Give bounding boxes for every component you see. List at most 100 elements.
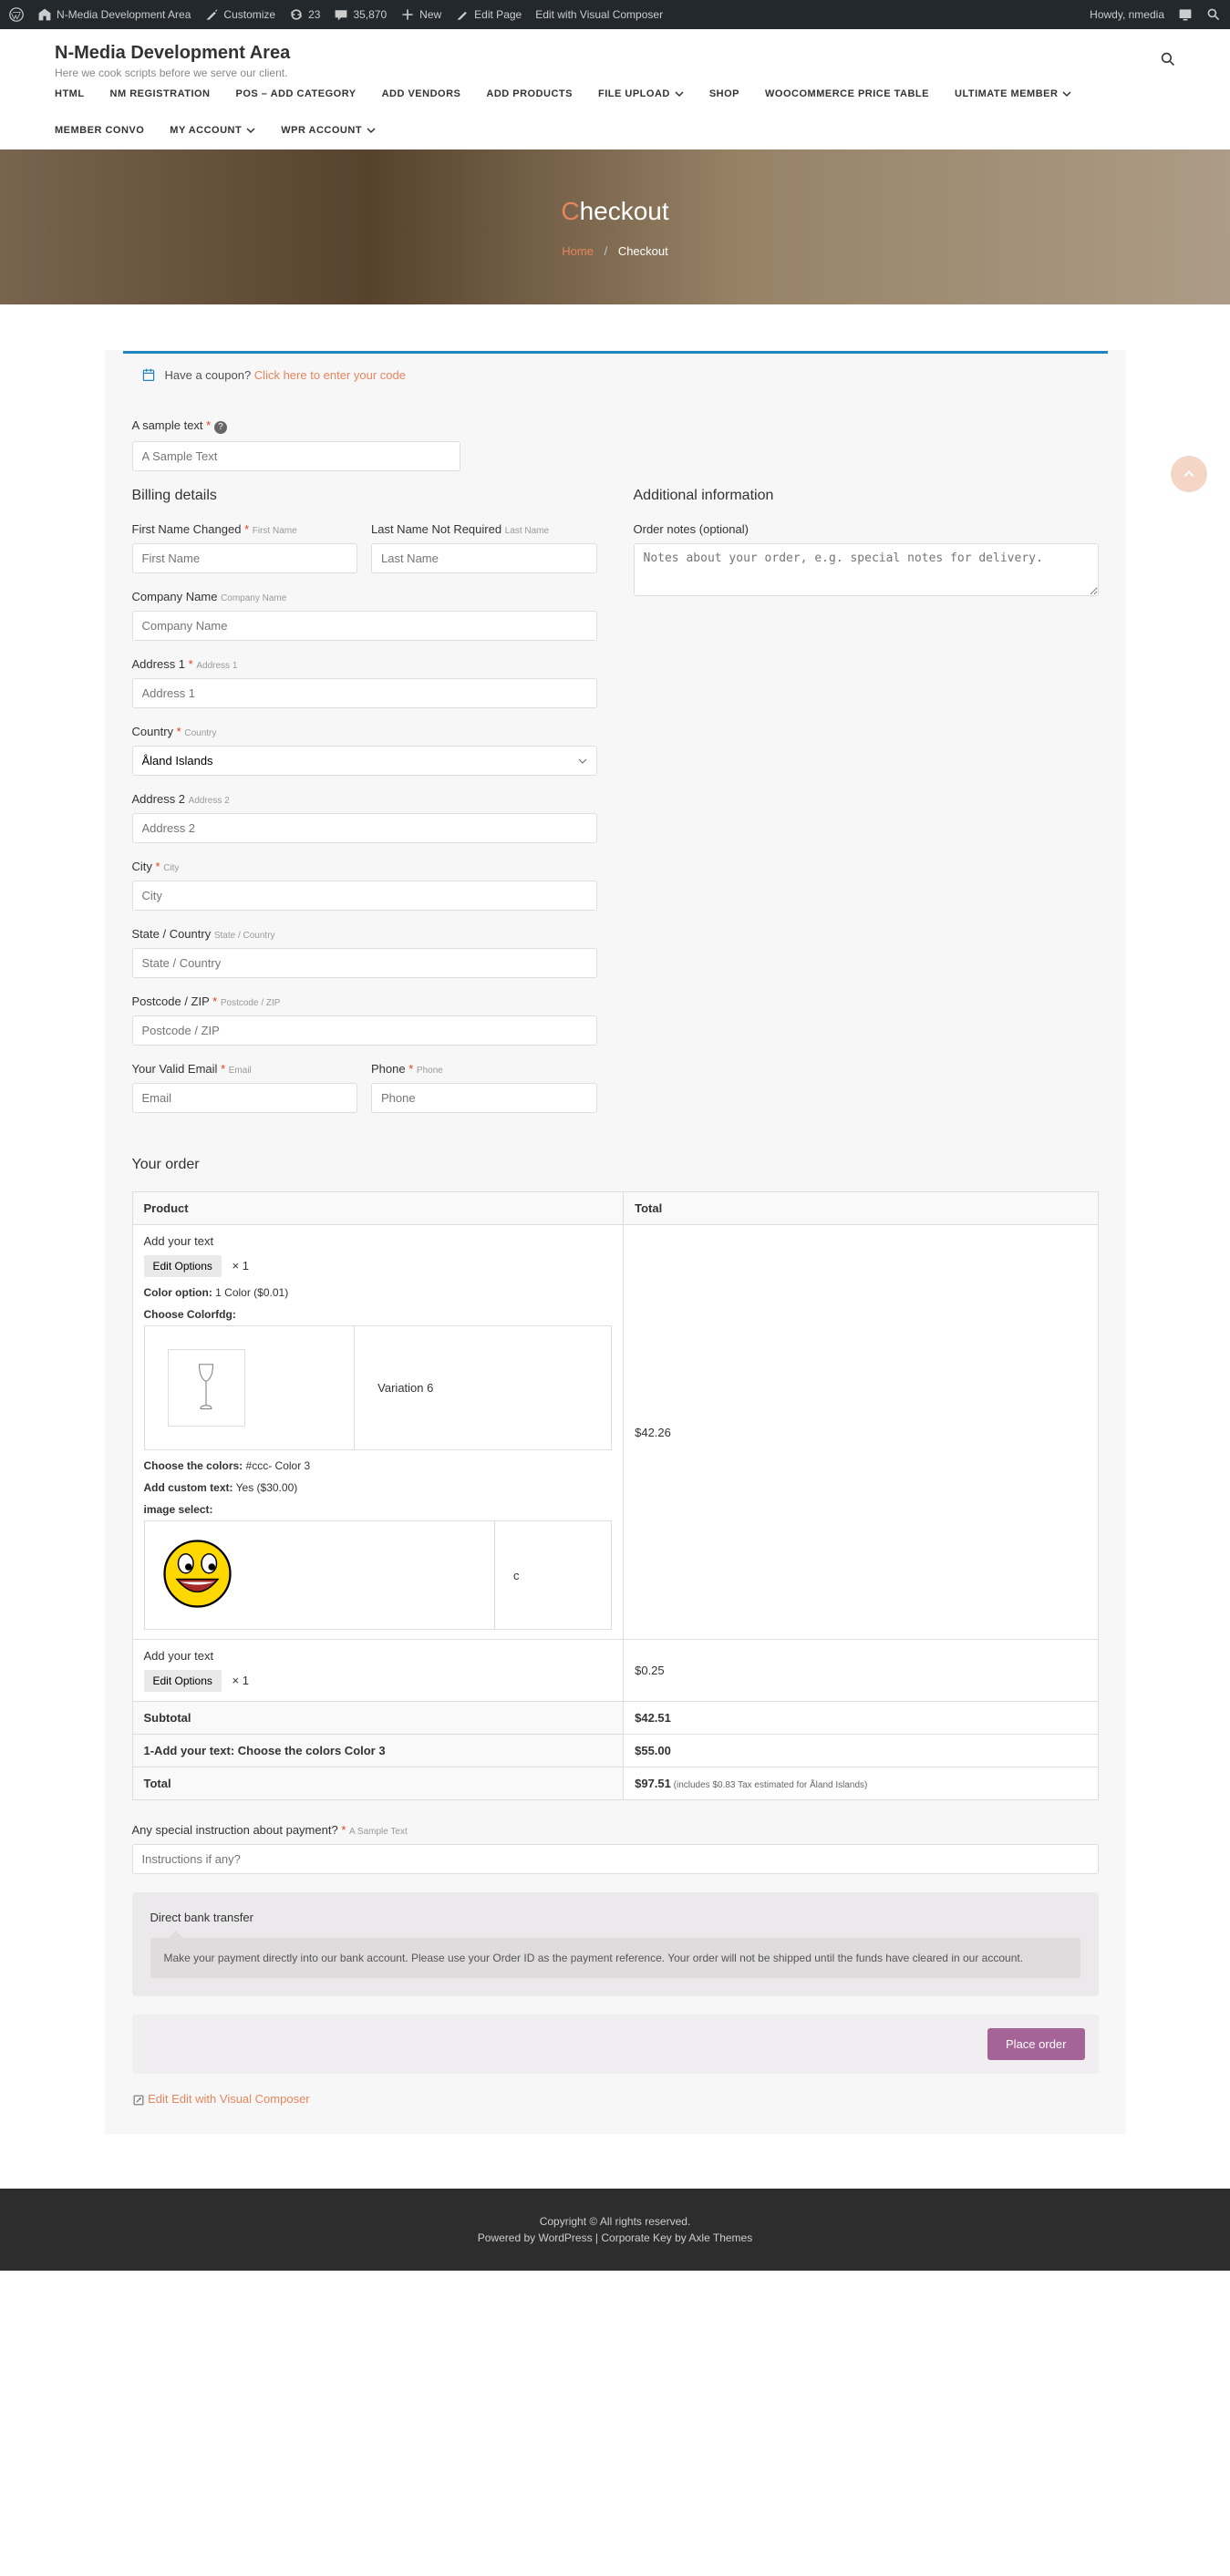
subtotal-row: Subtotal $42.51	[132, 1702, 1098, 1735]
payment-box: Direct bank transfer Make your payment d…	[132, 1892, 1099, 1996]
sample-text-label: A sample text * ?	[132, 418, 1099, 434]
chevron-down-icon	[246, 126, 255, 135]
page-title: Checkout	[561, 197, 668, 226]
footer-copyright: Copyright © All rights reserved.	[0, 2215, 1230, 2228]
smiley-icon	[163, 1540, 232, 1608]
item2-total: $0.25	[624, 1640, 1098, 1702]
nav-item-nm-registration[interactable]: NM REGISTRATION	[110, 88, 211, 99]
order-table: Product Total Add your text Edit Options…	[132, 1191, 1099, 1800]
footer-credits: Powered by WordPress | Corporate Key by …	[0, 2231, 1230, 2244]
screen-icon[interactable]	[1178, 7, 1193, 22]
city-input[interactable]	[132, 881, 597, 911]
site-tagline: Here we cook scripts before we serve our…	[55, 67, 290, 79]
nav-item-price-table[interactable]: WOOCOMMERCE PRICE TABLE	[765, 88, 929, 99]
search-icon[interactable]	[1161, 52, 1175, 69]
product-qty: × 1	[233, 1674, 249, 1687]
coupon-text: Have a coupon?	[165, 368, 254, 382]
customize-link[interactable]: Customize	[204, 7, 275, 22]
calendar-icon	[141, 367, 156, 382]
edit-page-link[interactable]: Edit Page	[455, 7, 522, 22]
nav-item-member-convo[interactable]: MEMBER CONVO	[55, 125, 144, 136]
variation-label: Variation 6	[355, 1326, 612, 1450]
order-row-2: Add your text Edit Options × 1 $0.25	[132, 1640, 1098, 1702]
city-label: City * City	[132, 860, 597, 873]
hero-banner: Checkout Home / Checkout	[0, 149, 1230, 304]
image-select-val: c	[494, 1521, 611, 1630]
coupon-link[interactable]: Click here to enter your code	[254, 368, 406, 382]
breadcrumb: Home / Checkout	[562, 244, 667, 258]
address1-label: Address 1 * Address 1	[132, 657, 597, 671]
breadcrumb-home[interactable]: Home	[562, 244, 594, 258]
site-header: N-Media Development Area Here we cook sc…	[0, 29, 1230, 79]
nav-item-ultimate-member[interactable]: ULTIMATE MEMBER	[955, 88, 1071, 99]
address2-label: Address 2 Address 2	[132, 792, 597, 806]
product-name: Add your text	[144, 1649, 613, 1663]
nav-item-my-account[interactable]: MY ACCOUNT	[170, 125, 255, 136]
total-row: Total $97.51 (includes $0.83 Tax estimat…	[132, 1767, 1098, 1800]
phone-input[interactable]	[371, 1083, 597, 1113]
new-link[interactable]: New	[400, 7, 441, 22]
scroll-to-top-button[interactable]	[1171, 456, 1207, 492]
address1-input[interactable]	[132, 678, 597, 708]
item1-total: $42.26	[624, 1225, 1098, 1640]
order-notes-textarea[interactable]	[634, 543, 1099, 596]
edit-vc-anchor[interactable]: Edit Edit with Visual Composer	[148, 2092, 310, 2106]
updates-link[interactable]: 23	[289, 7, 320, 22]
order-notes-label: Order notes (optional)	[634, 522, 1099, 536]
edit-icon	[132, 2094, 145, 2107]
first-name-label: First Name Changed * First Name	[132, 522, 358, 536]
col-total: Total	[624, 1192, 1098, 1225]
coupon-notice: Have a coupon? Click here to enter your …	[123, 351, 1108, 396]
nav-item-file-upload[interactable]: FILE UPLOAD	[598, 88, 684, 99]
edit-options-button[interactable]: Edit Options	[144, 1670, 222, 1692]
sample-text-input[interactable]	[132, 441, 460, 471]
place-order-button[interactable]: Place order	[987, 2028, 1084, 2060]
phone-label: Phone * Phone	[371, 1062, 597, 1076]
wp-logo-icon[interactable]	[9, 7, 24, 22]
order-heading: Your order	[132, 1157, 1099, 1173]
chevron-down-icon	[1062, 89, 1071, 98]
breadcrumb-separator: /	[605, 244, 608, 258]
nav-item-html[interactable]: HTML	[55, 88, 85, 99]
company-input[interactable]	[132, 611, 597, 641]
instruction-input[interactable]	[132, 1844, 1099, 1874]
address2-input[interactable]	[132, 813, 597, 843]
last-name-label: Last Name Not Required Last Name	[371, 522, 597, 536]
last-name-input[interactable]	[371, 543, 597, 573]
billing-heading: Billing details	[132, 488, 597, 504]
payment-method-title: Direct bank transfer	[150, 1911, 1080, 1924]
nav-item-shop[interactable]: SHOP	[709, 88, 739, 99]
chevron-up-icon	[1182, 467, 1196, 481]
comments-link[interactable]: 35,870	[334, 7, 387, 22]
payment-method-desc: Make your payment directly into our bank…	[150, 1938, 1080, 1978]
postcode-label: Postcode / ZIP * Postcode / ZIP	[132, 994, 597, 1008]
nav-item-vendors[interactable]: ADD VENDORS	[382, 88, 461, 99]
email-input[interactable]	[132, 1083, 358, 1113]
chevron-down-icon	[675, 89, 684, 98]
order-row-1: Add your text Edit Options × 1 Color opt…	[132, 1225, 1098, 1640]
variation-table: Variation 6	[144, 1325, 613, 1450]
country-select[interactable]: Åland Islands	[132, 746, 597, 776]
company-label: Company Name Company Name	[132, 590, 597, 603]
image-select-table: c	[144, 1520, 613, 1630]
edit-vc-link-row: Edit Edit with Visual Composer	[132, 2092, 1099, 2107]
site-title[interactable]: N-Media Development Area	[55, 43, 290, 64]
breadcrumb-current: Checkout	[618, 244, 668, 258]
chevron-down-icon	[367, 126, 376, 135]
site-name-link[interactable]: N-Media Development Area	[37, 7, 191, 22]
edit-options-button[interactable]: Edit Options	[144, 1255, 222, 1277]
state-input[interactable]	[132, 948, 597, 978]
instruction-label: Any special instruction about payment? *…	[132, 1823, 1099, 1837]
nav-item-wpr-account[interactable]: WPR ACCOUNT	[281, 125, 376, 136]
country-label: Country * Country	[132, 725, 597, 738]
first-name-input[interactable]	[132, 543, 358, 573]
help-icon[interactable]: ?	[214, 421, 227, 434]
postcode-input[interactable]	[132, 1015, 597, 1046]
search-admin-icon[interactable]	[1206, 7, 1221, 22]
edit-vc-link[interactable]: Edit with Visual Composer	[535, 8, 663, 21]
main-nav: HTML NM REGISTRATION POS – ADD CATEGORY …	[0, 79, 1230, 149]
discount-row: 1-Add your text: Choose the colors Color…	[132, 1735, 1098, 1767]
nav-item-pos[interactable]: POS – ADD CATEGORY	[236, 88, 357, 99]
nav-item-products[interactable]: ADD PRODUCTS	[486, 88, 573, 99]
howdy-link[interactable]: Howdy, nmedia	[1090, 8, 1164, 21]
